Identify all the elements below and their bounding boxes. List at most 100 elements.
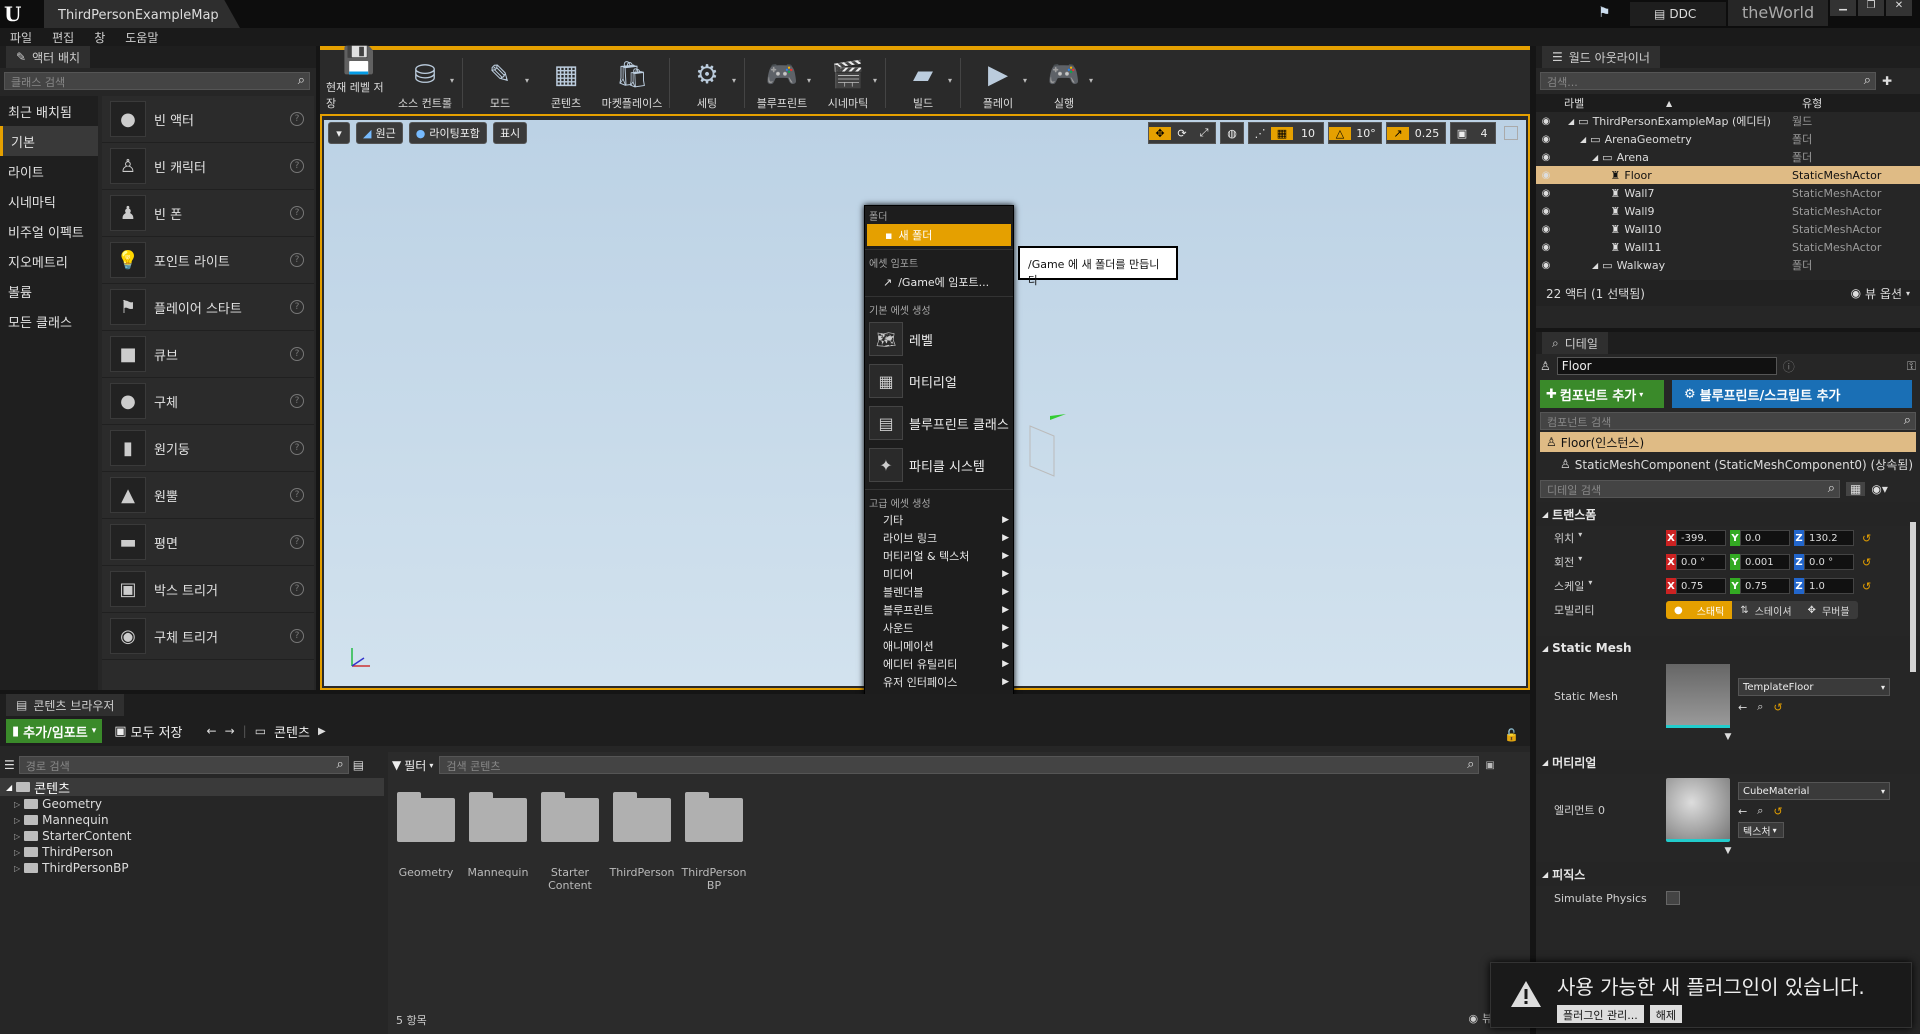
category-6[interactable]: 볼륨 — [0, 276, 98, 306]
category-4[interactable]: 비주얼 이펙트 — [0, 216, 98, 246]
save-search-icon[interactable]: ▣ — [1485, 760, 1494, 771]
chevron-down-icon[interactable]: ▾ — [450, 76, 454, 85]
outliner-search-input[interactable]: 검색... ⌕ — [1540, 72, 1876, 90]
component-row[interactable]: ♙ StaticMeshComponent (StaticMeshComponen… — [1536, 452, 1920, 476]
ctx-basic-item[interactable]: 🗺 레벨 — [865, 318, 1013, 360]
visibility-eye-icon[interactable]: ◉ — [1536, 260, 1556, 271]
eye-icon[interactable]: ◉▾ — [1871, 482, 1888, 496]
close-icon[interactable]: ✕ — [1886, 0, 1912, 16]
asset-folder[interactable]: Geometry — [396, 792, 456, 879]
section-material[interactable]: ◢ 머티리얼 — [1536, 750, 1920, 774]
placeable-item[interactable]: ♟ 빈 폰? — [102, 190, 314, 237]
outliner-row[interactable]: ◉ ♜ Wall9 StaticMeshActor — [1536, 202, 1920, 220]
outliner-row[interactable]: ◉ ◢ ▭ ArenaGeometry 폴더 — [1536, 130, 1920, 148]
asset-folder[interactable]: ThirdPerson — [609, 792, 675, 879]
column-type[interactable]: 유형 — [1802, 95, 1822, 111]
notification-flag-icon[interactable]: ⚑ — [1598, 5, 1611, 21]
placeable-item[interactable]: ▣ 박스 트리거? — [102, 566, 314, 613]
maximize-icon[interactable]: ❐ — [1858, 0, 1884, 16]
visibility-eye-icon[interactable]: ◉ — [1536, 188, 1556, 199]
help-icon[interactable]: ? — [290, 629, 304, 643]
texture-dropdown[interactable]: 텍스처 ▾ — [1738, 822, 1784, 838]
rotation-label[interactable]: 회전 ▾ — [1536, 554, 1666, 570]
toolbar-source-control-button[interactable]: ⛁ 소스 컨트롤 ▾ — [392, 52, 458, 114]
viewport-options-dropdown[interactable]: ▾ — [328, 122, 350, 144]
use-selected-icon[interactable]: ← — [1738, 701, 1747, 714]
menu-file[interactable]: 파일 — [10, 29, 32, 46]
toolbar-blueprint-button[interactable]: 🎮 블루프린트 ▾ — [749, 52, 815, 114]
mobility-movable[interactable]: ✥ 무버블 — [1799, 601, 1858, 619]
reset-icon[interactable]: ↺ — [1862, 580, 1871, 593]
sources-toggle-icon[interactable]: ☰ — [4, 758, 15, 772]
back-arrow-icon[interactable]: ← — [207, 724, 217, 738]
ctx-advanced-item[interactable]: 유저 인터페이스 ▶ — [865, 673, 1013, 691]
ctx-advanced-item[interactable]: 미디어 ▶ — [865, 565, 1013, 583]
folder-tree-item[interactable]: ▷ StarterContent — [0, 828, 384, 844]
outliner-row[interactable]: ◉ ♜ Wall7 StaticMeshActor — [1536, 184, 1920, 202]
tab-content-browser[interactable]: ▤ 콘텐츠 브라우저 — [6, 694, 125, 716]
path-crumb[interactable]: 콘텐츠 — [274, 722, 310, 741]
unreal-logo-icon[interactable]: U — [4, 2, 21, 26]
visibility-eye-icon[interactable]: ◉ — [1536, 206, 1556, 217]
visibility-eye-icon[interactable]: ◉ — [1536, 152, 1556, 163]
expand-advanced-icon[interactable]: ▼ — [1536, 846, 1920, 856]
material-picker[interactable]: CubeMaterial ▾ — [1738, 782, 1890, 800]
toolbar-cinematic-button[interactable]: 🎬 시네마틱 ▾ — [815, 52, 881, 114]
folder-tree-item[interactable]: ▷ Mannequin — [0, 812, 384, 828]
rotation-y-field[interactable]: Y 0.001 — [1730, 554, 1790, 570]
menu-window[interactable]: 창 — [94, 29, 105, 46]
category-1[interactable]: 기본 — [0, 126, 98, 156]
category-5[interactable]: 지오메트리 — [0, 246, 98, 276]
placeable-item[interactable]: ● 구체? — [102, 378, 314, 425]
help-icon[interactable]: ? — [290, 394, 304, 408]
placeable-item[interactable]: ■ 큐브? — [102, 331, 314, 378]
placeable-item[interactable]: ◉ 구체 트리거? — [102, 613, 314, 660]
outliner-row[interactable]: ◉ ♜ Floor StaticMeshActor — [1536, 166, 1920, 184]
chevron-down-icon[interactable]: ▾ — [525, 76, 529, 85]
section-transform[interactable]: ◢ 트랜스폼 — [1536, 502, 1920, 526]
chevron-down-icon[interactable]: ▾ — [1089, 76, 1093, 85]
tab-world-outliner[interactable]: ☰ 월드 아웃라이너 — [1542, 46, 1660, 68]
ctx-new-folder[interactable]: ▪ 새 폴더 — [867, 224, 1011, 246]
placeable-item[interactable]: 💡 포인트 라이트? — [102, 237, 314, 284]
outliner-row[interactable]: ◉ ◢ ▭ Walkway 폴더 — [1536, 256, 1920, 274]
help-icon[interactable]: ? — [290, 300, 304, 314]
chevron-down-icon[interactable]: ▾ — [807, 76, 811, 85]
ctx-advanced-item[interactable]: 기타 ▶ — [865, 511, 1013, 529]
component-search-input[interactable]: 컴포넌트 검색 ⌕ — [1540, 412, 1916, 430]
toolbar-marketplace-button[interactable]: 🛍 마켓플레이스 — [599, 52, 665, 114]
material-thumbnail[interactable] — [1666, 778, 1730, 842]
folder-tree-item[interactable]: ▷ Geometry — [0, 796, 384, 812]
scale-z-field[interactable]: Z 1.0 — [1794, 578, 1854, 594]
grid-snap-value[interactable]: 10 — [1293, 127, 1323, 140]
expand-advanced-icon[interactable]: ▼ — [1536, 732, 1920, 742]
toolbar-modes-button[interactable]: ✎ 모드 ▾ — [467, 52, 533, 114]
location-y-field[interactable]: Y 0.0 — [1730, 530, 1790, 546]
document-tab[interactable]: ThirdPersonExampleMap — [44, 0, 240, 28]
help-icon[interactable]: ? — [290, 206, 304, 220]
outliner-row[interactable]: ◉ ♜ Wall10 StaticMeshActor — [1536, 220, 1920, 238]
placeable-item[interactable]: ▬ 평면? — [102, 519, 314, 566]
surface-snap-icon[interactable]: ⋰ — [1249, 127, 1271, 140]
forward-arrow-icon[interactable]: → — [225, 724, 235, 738]
class-search-input[interactable]: 클래스 검색 ⌕ — [4, 72, 310, 90]
folder-tree-item[interactable]: ▷ ThirdPerson — [0, 844, 384, 860]
static-mesh-picker[interactable]: TemplateFloor ▾ — [1738, 678, 1890, 696]
section-physics[interactable]: ◢ 피직스 — [1536, 862, 1920, 886]
reset-icon[interactable]: ↺ — [1773, 701, 1782, 714]
minimize-icon[interactable]: ▁ — [1830, 0, 1856, 16]
add-filter-icon[interactable]: ✚ — [1882, 74, 1892, 88]
details-scrollbar[interactable] — [1910, 522, 1916, 672]
toolbar-launch-button[interactable]: 🎮 실행 ▾ — [1031, 52, 1097, 114]
ctx-advanced-item[interactable]: 머티리얼 & 텍스처 ▶ — [865, 547, 1013, 565]
ctx-advanced-item[interactable]: 애니메이션 ▶ — [865, 637, 1013, 655]
outliner-row[interactable]: ◉ ♜ Wall11 StaticMeshActor — [1536, 238, 1920, 256]
ctx-basic-item[interactable]: ▤ 블루프린트 클래스 — [865, 402, 1013, 444]
toolbar-play-button[interactable]: ▶ 플레이 ▾ — [965, 52, 1031, 114]
ctx-advanced-item[interactable]: 블루프린트 ▶ — [865, 601, 1013, 619]
menu-help[interactable]: 도움말 — [125, 29, 158, 46]
chevron-down-icon[interactable]: ▾ — [732, 76, 736, 85]
visibility-eye-icon[interactable]: ◉ — [1536, 242, 1556, 253]
use-selected-icon[interactable]: ← — [1738, 805, 1747, 818]
ctx-advanced-item[interactable]: 블렌더블 ▶ — [865, 583, 1013, 601]
